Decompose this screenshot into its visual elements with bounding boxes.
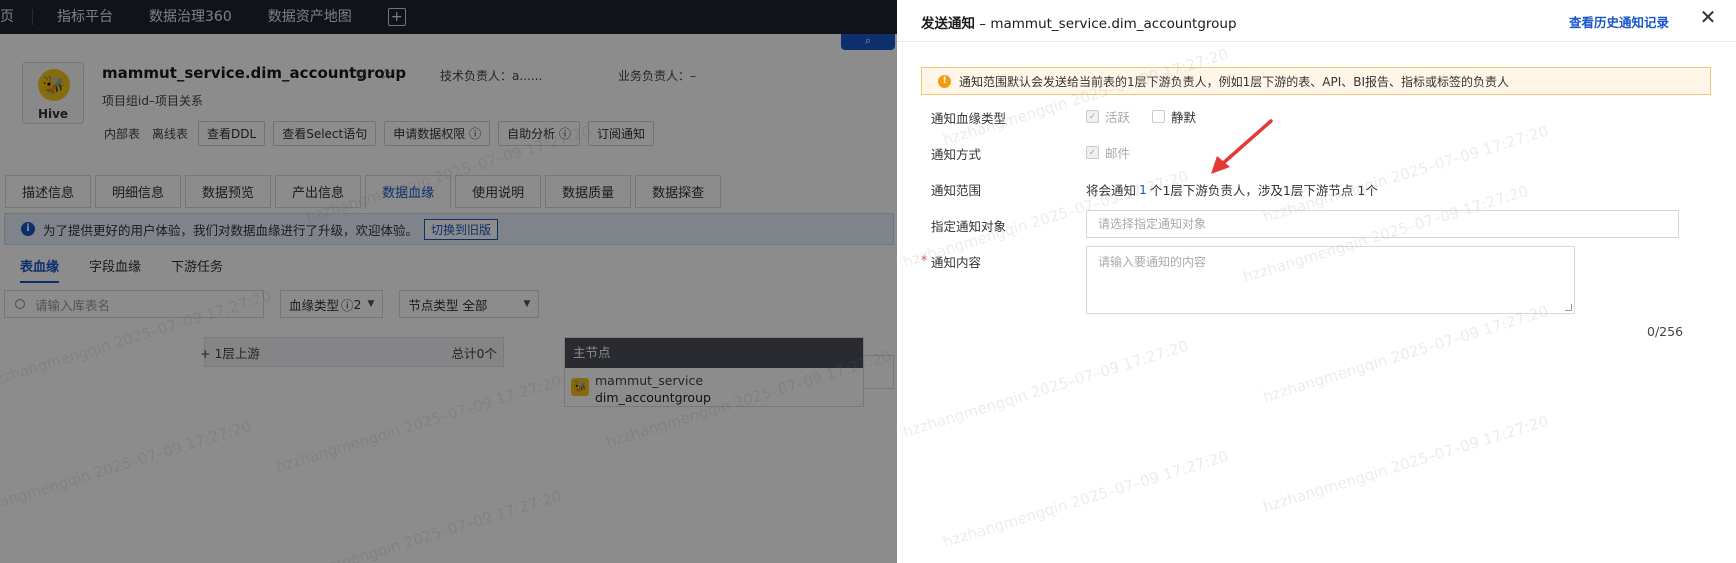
arrow-shaft: [1219, 119, 1273, 167]
watermark: hzzhangmengqin 2025–07–09 17:27:20: [900, 336, 1191, 442]
notify-content-placeholder: 请输入要通知的内容: [1098, 255, 1207, 269]
content-label: 通知内容: [931, 255, 982, 270]
watermark: hzzhangmengqin 2025–07–09 17:27:20: [940, 446, 1231, 552]
notify-target-placeholder: 请选择指定通知对象: [1098, 217, 1207, 231]
silent-option-label: 静默: [1171, 110, 1197, 125]
lineage-type-options: ✓ 活跃 静默: [1086, 107, 1196, 126]
drawer-title-main: 发送通知: [921, 16, 975, 32]
active-checkbox[interactable]: ✓: [1086, 110, 1099, 123]
drawer-title: 发送通知 – mammut_service.dim_accountgroup: [921, 12, 1237, 32]
watermark: hzzhangmengqin 2025–07–09 17:27:20: [940, 44, 1231, 150]
scope-count-link[interactable]: 1: [1139, 182, 1147, 197]
scope-middle: 个1层下游负责人，涉及1层下游节点: [1149, 183, 1354, 198]
drawer-title-sep: –: [975, 16, 991, 32]
warning-icon: !: [938, 74, 951, 88]
drawer-divider: [897, 41, 1736, 42]
notification-scope-warning: ! 通知范围默认会发送给当前表的1层下游负责人，例如1层下游的表、API、BI报…: [921, 67, 1711, 95]
watermark: hzzhangmengqin 2025–07–09 17:27:20: [1260, 411, 1551, 517]
target-label: 指定通知对象: [931, 219, 1007, 234]
view-history-link[interactable]: 查看历史通知记录: [1569, 12, 1669, 31]
scope-nodes: 1个: [1357, 183, 1378, 198]
notify-content-textarea[interactable]: 请输入要通知的内容: [1086, 246, 1575, 314]
watermark: hzzhangmengqin 2025–07–09 17:27:20: [1260, 301, 1551, 407]
scope-label: 通知范围: [931, 183, 982, 198]
email-checkbox[interactable]: ✓: [1086, 146, 1099, 159]
resize-handle-icon[interactable]: [1565, 304, 1572, 311]
method-label: 通知方式: [931, 147, 982, 162]
lineage-type-label: 通知血缘类型: [931, 111, 1007, 126]
drawer-title-table: mammut_service.dim_accountgroup: [990, 16, 1237, 32]
silent-checkbox[interactable]: [1152, 110, 1166, 123]
notify-target-select[interactable]: 请选择指定通知对象: [1086, 210, 1679, 238]
modal-overlay[interactable]: [0, 0, 897, 563]
red-arrow-annotation: [1211, 119, 1273, 174]
email-option-label: 邮件: [1105, 146, 1131, 161]
scope-summary: 将会通知 1 个1层下游负责人，涉及1层下游节点 1个: [1086, 180, 1378, 199]
char-counter: 0/256: [1647, 324, 1684, 339]
scope-prefix: 将会通知: [1086, 183, 1137, 198]
required-mark: *: [921, 252, 928, 267]
active-option-label: 活跃: [1105, 110, 1131, 125]
close-icon[interactable]: ✕: [1699, 7, 1717, 27]
warning-text: 通知范围默认会发送给当前表的1层下游负责人，例如1层下游的表、API、BI报告、…: [959, 74, 1510, 89]
method-options: ✓ 邮件: [1086, 143, 1130, 162]
send-notification-drawer: 发送通知 – mammut_service.dim_accountgroup 查…: [897, 0, 1736, 563]
